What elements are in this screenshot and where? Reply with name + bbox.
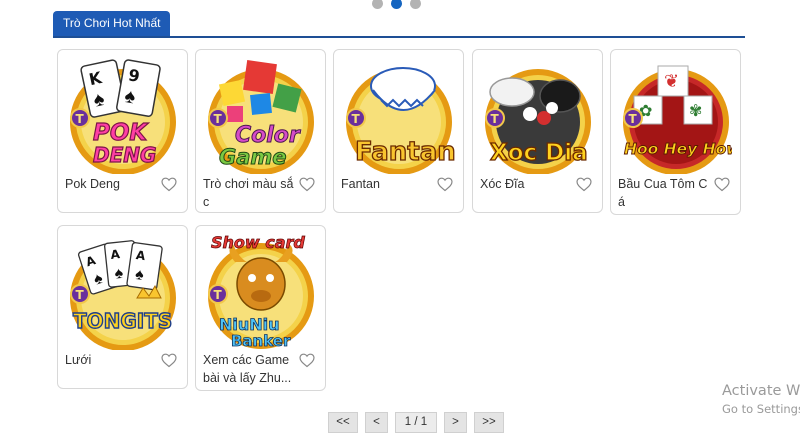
game-card-tongits[interactable]: A ♠ A ♠ A ♠ T TONGITS Lưới bbox=[57, 225, 188, 389]
game-name: Pok Deng bbox=[65, 177, 120, 191]
niuniu-bull-icon: T Show card NiuNiu Banker bbox=[208, 233, 314, 350]
heart-icon[interactable] bbox=[299, 177, 315, 192]
svg-text:T: T bbox=[352, 112, 361, 126]
heart-icon[interactable] bbox=[576, 177, 592, 192]
heart-icon[interactable] bbox=[299, 353, 315, 368]
game-logo-line-1: Xoc Dia bbox=[490, 140, 588, 166]
heart-icon[interactable] bbox=[714, 177, 730, 192]
first-page-button[interactable]: << bbox=[328, 412, 358, 433]
heart-icon[interactable] bbox=[161, 353, 177, 368]
activate-windows-watermark: Activate W Go to Settings bbox=[722, 383, 800, 416]
game-logo-line-1: Show card bbox=[211, 233, 305, 252]
prev-page-button[interactable]: < bbox=[365, 412, 388, 433]
tongits-cards-icon: A♠ A♠ A♠ T TONGITS bbox=[70, 240, 176, 350]
pagination: << < 1 / 1 > >> bbox=[328, 412, 504, 433]
game-name: Lưới bbox=[65, 353, 92, 367]
next-page-button[interactable]: > bbox=[444, 412, 467, 433]
pok-deng-cards-icon: K ♠ 9 ♠ T POK DENG bbox=[70, 59, 176, 174]
last-page-button[interactable]: >> bbox=[474, 412, 504, 433]
watermark-line-2: Go to Settings bbox=[722, 402, 800, 416]
game-card-fantan[interactable]: T Fantan Fantan bbox=[333, 49, 464, 213]
color-game-cubes-icon: T Color Game bbox=[208, 60, 314, 174]
svg-text:T: T bbox=[491, 112, 500, 126]
game-logo-line-1: Hoo Hey How bbox=[624, 140, 732, 158]
game-logo-line-2: Game bbox=[219, 145, 287, 169]
fantan-bowl-icon: T Fantan bbox=[346, 67, 455, 174]
svg-text:T: T bbox=[76, 288, 85, 302]
heart-icon[interactable] bbox=[437, 177, 453, 192]
svg-text:✾: ✾ bbox=[689, 103, 702, 120]
page-info: 1 / 1 bbox=[395, 412, 437, 433]
svg-text:T: T bbox=[214, 288, 223, 302]
game-name: Xóc Đĩa bbox=[480, 177, 525, 191]
game-logo-line-3: Banker bbox=[231, 332, 291, 350]
svg-text:❦: ❦ bbox=[664, 71, 679, 91]
carousel-dot-1[interactable] bbox=[372, 0, 383, 9]
section-tab-hot-games[interactable]: Trò Chơi Hot Nhất bbox=[53, 11, 171, 36]
game-logo-line-1: TONGITS bbox=[73, 309, 172, 333]
game-card-color-game[interactable]: T Color Game Trò chơi màu sắc bbox=[195, 49, 326, 213]
game-card-xoc-dia[interactable]: T Xoc Dia Xóc Đĩa bbox=[472, 49, 603, 213]
game-name: Xem các Game bài và lấy Zhu... bbox=[203, 353, 292, 385]
svg-text:T: T bbox=[629, 112, 638, 126]
svg-text:T: T bbox=[76, 112, 85, 126]
hoo-hey-how-dice-icon: ❦ ✿ ✾ T Hoo Hey How bbox=[623, 65, 732, 174]
game-card-niuniu[interactable]: T Show card NiuNiu Banker Xem các Game b… bbox=[195, 225, 326, 391]
game-card-pok-deng[interactable]: K ♠ 9 ♠ T POK DENG Pok Deng bbox=[57, 49, 188, 213]
carousel-dot-2[interactable] bbox=[391, 0, 402, 9]
svg-text:T: T bbox=[214, 112, 223, 126]
game-card-bau-cua[interactable]: ❦ ✿ ✾ T Hoo Hey How Bầu Cua Tôm Cá bbox=[610, 49, 741, 215]
game-name: Bầu Cua Tôm Cá bbox=[618, 177, 708, 209]
game-name: Fantan bbox=[341, 177, 380, 191]
carousel-dot-3[interactable] bbox=[410, 0, 421, 9]
carousel-dots bbox=[372, 0, 421, 9]
game-name: Trò chơi màu sắc bbox=[203, 177, 294, 209]
watermark-line-1: Activate W bbox=[722, 383, 800, 399]
game-logo-line-1: Fantan bbox=[355, 137, 455, 167]
heart-icon[interactable] bbox=[161, 177, 177, 192]
game-logo-line-2: DENG bbox=[93, 143, 156, 167]
xoc-dia-plate-icon: T Xoc Dia bbox=[485, 69, 591, 174]
section-header: Trò Chơi Hot Nhất bbox=[53, 11, 745, 38]
